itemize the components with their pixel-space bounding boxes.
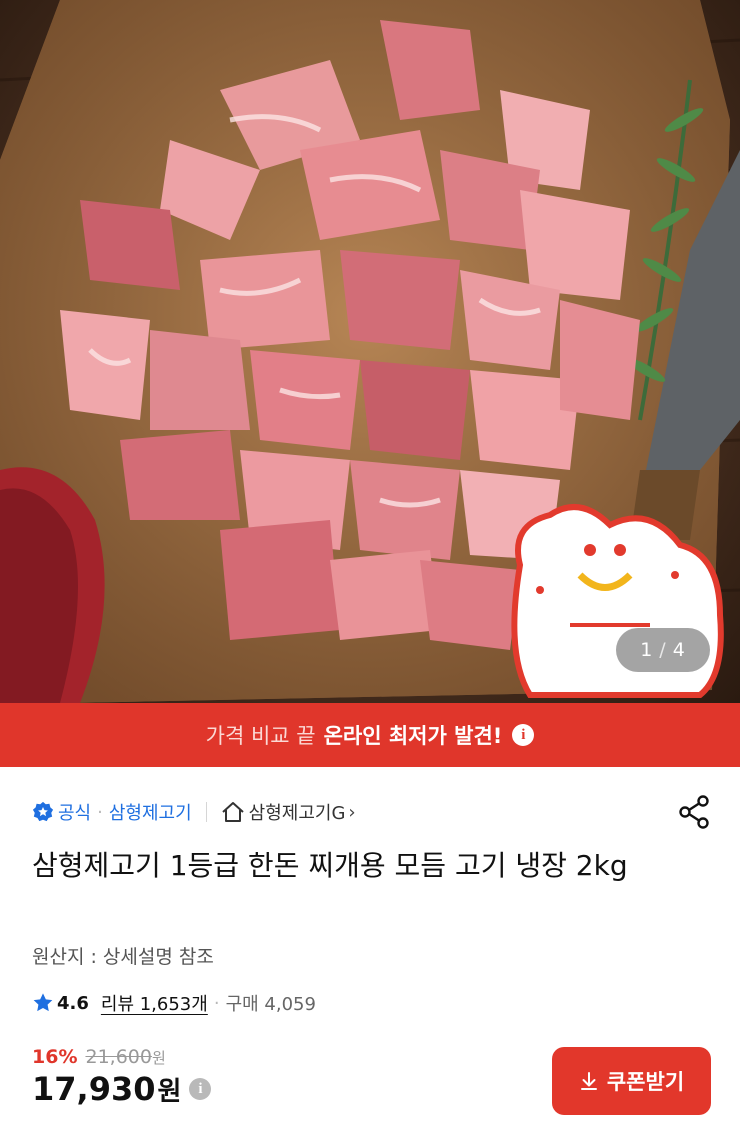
product-photo (0, 0, 740, 703)
seller-row: 공식 · 삼형제고기 삼형제고기G › (32, 796, 356, 828)
discount-rate: 16% (32, 1046, 78, 1068)
purchase-count: 구매 4,059 (225, 994, 316, 1015)
chevron-right-icon: › (348, 801, 356, 823)
info-icon[interactable]: i (512, 724, 535, 746)
discount-row: 16% 21,600 원 (32, 1046, 211, 1068)
official-label: 공식 (58, 803, 92, 824)
divider (205, 802, 207, 822)
store-name: 삼형제고기G (248, 803, 346, 824)
final-price-unit: 원 (157, 1076, 182, 1107)
origin-text: 원산지 : 상세설명 참조 (32, 946, 214, 968)
banner-highlight-text: 온라인 최저가 발견! (323, 724, 503, 748)
pager-separator: / (659, 639, 667, 661)
share-icon[interactable] (676, 794, 712, 830)
rating-score: 4.6 (57, 992, 89, 1014)
original-price-unit: 원 (151, 1049, 166, 1067)
star-icon (33, 993, 53, 1012)
brand-link[interactable]: 삼형제고기 (109, 799, 192, 825)
product-title: 삼형제고기 1등급 한돈 찌개용 모듬 고기 냉장 2kg (32, 849, 628, 882)
download-icon (580, 1072, 597, 1090)
separator-dot: · (97, 801, 103, 823)
image-pager: 1 / 4 (616, 628, 710, 672)
shield-check-icon (32, 801, 54, 822)
separator-dot: · (213, 992, 220, 1014)
home-icon (222, 802, 244, 822)
review-count-link[interactable]: 리뷰 1,653개 (101, 990, 208, 1016)
pager-total: 4 (672, 639, 686, 661)
pager-current: 1 (640, 639, 654, 661)
final-price-row: 17,930 원 i (32, 1070, 212, 1108)
final-price: 17,930 (32, 1070, 156, 1108)
coupon-button-label: 쿠폰받기 (606, 1071, 685, 1094)
banner-lead-text: 가격 비교 끝 (205, 724, 316, 748)
product-image[interactable]: 1 / 4 (0, 0, 740, 703)
price-area: 16% 21,600 원 17,930 원 i (32, 1046, 212, 1108)
get-coupon-button[interactable]: 쿠폰받기 (552, 1047, 711, 1115)
original-price: 21,600 (85, 1046, 152, 1068)
store-link[interactable]: 삼형제고기G › (221, 799, 356, 825)
rating-row: 4.6 리뷰 1,653개 · 구매 4,059 (32, 990, 316, 1016)
price-info-icon[interactable]: i (189, 1078, 212, 1100)
lowest-price-banner[interactable]: 가격 비교 끝 온라인 최저가 발견! i (0, 703, 740, 767)
